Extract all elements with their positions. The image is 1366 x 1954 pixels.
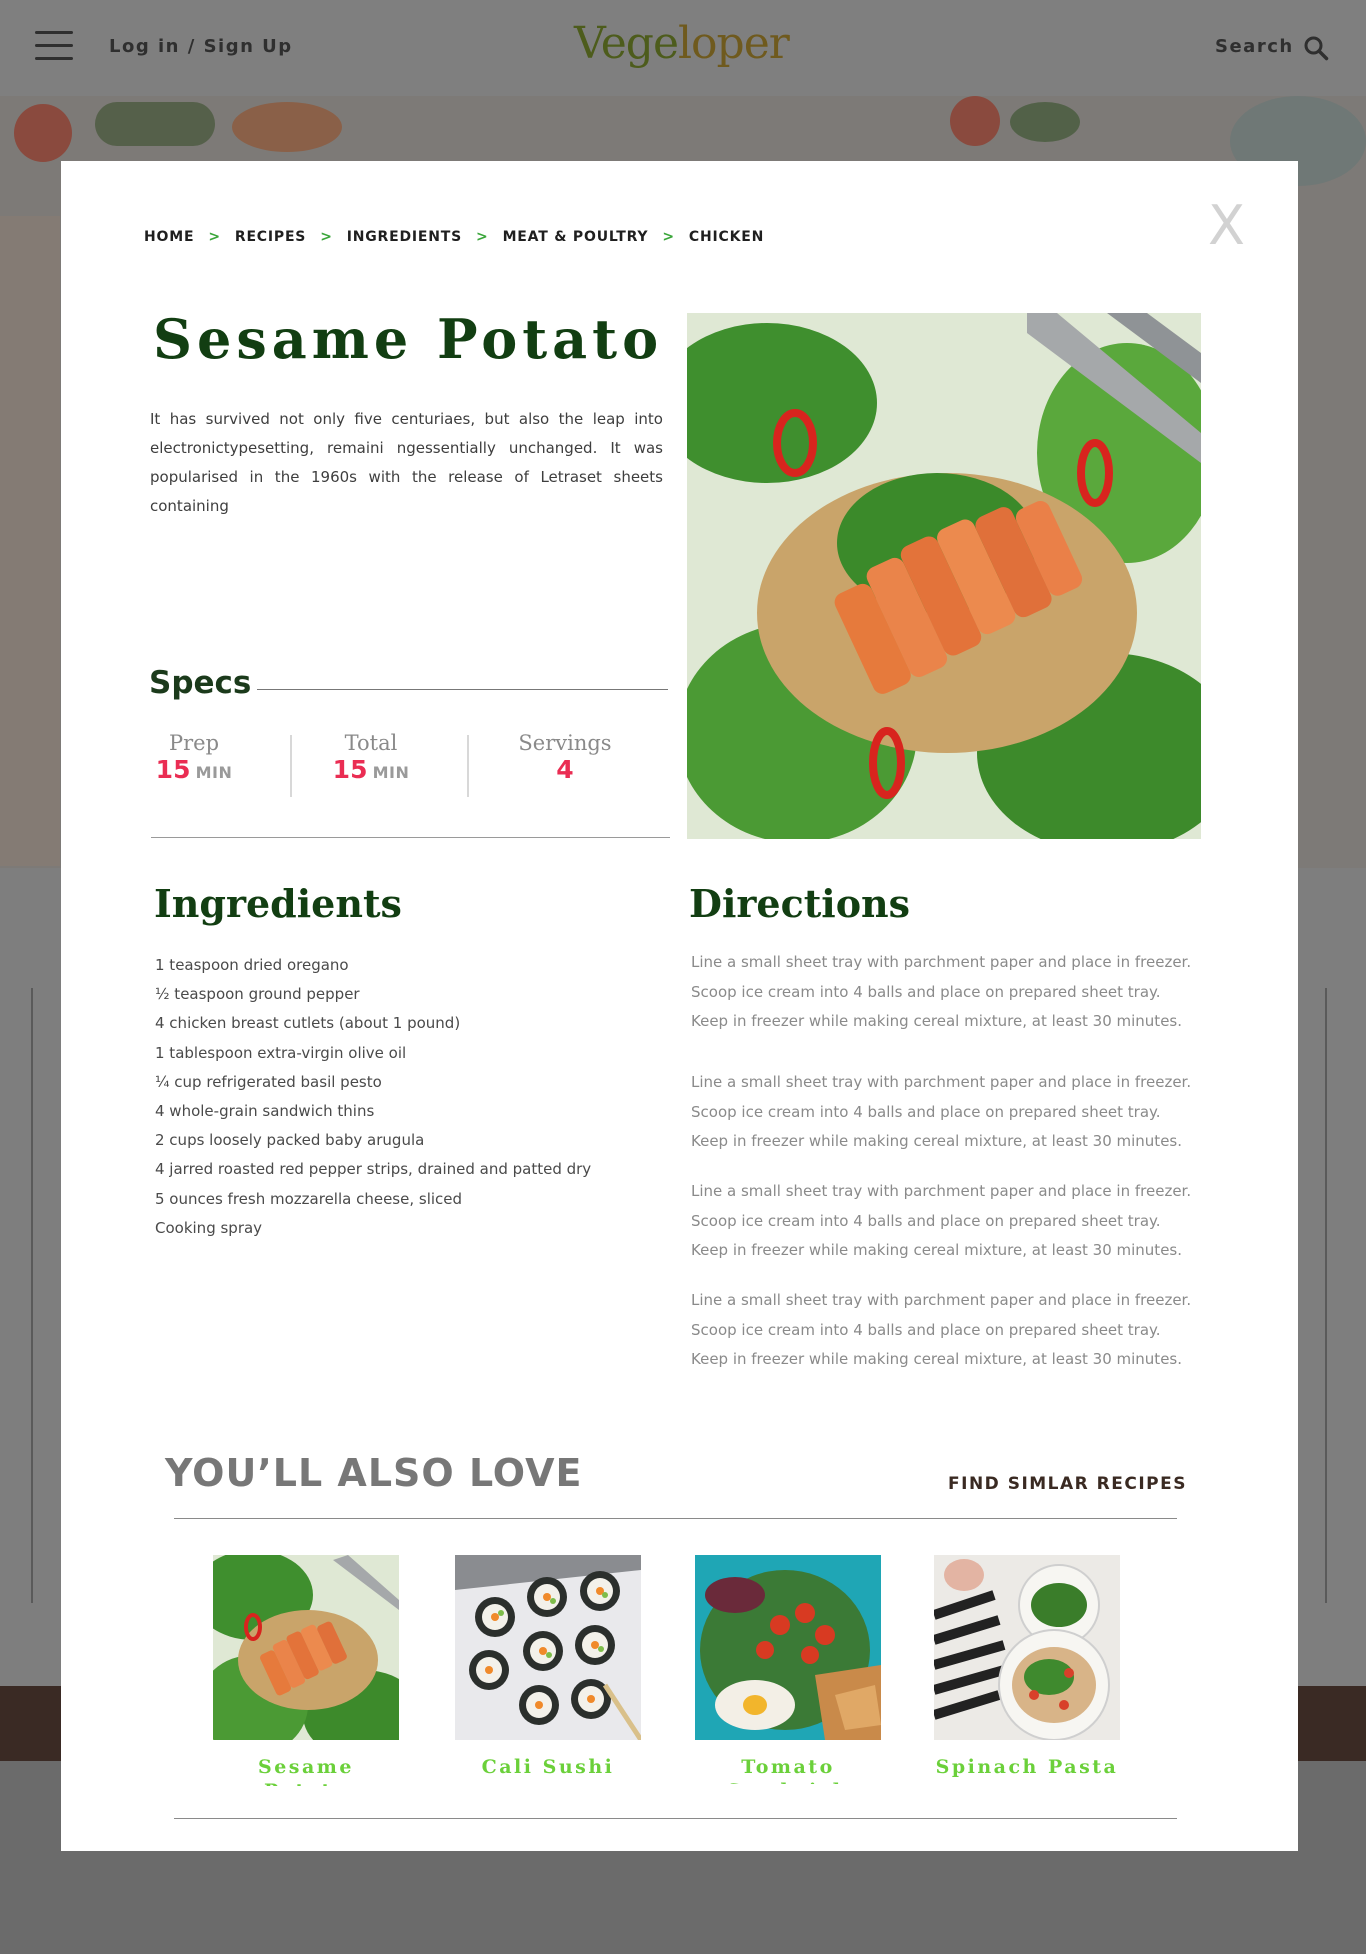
spec-total-unit: MIN [372,763,410,782]
close-button[interactable]: X [1208,199,1245,253]
recipe-title: Sesame Potato [153,307,664,371]
recipe-card-image[interactable] [695,1555,881,1740]
specs-heading: Specs [149,665,252,701]
recipe-card[interactable]: Cali Sushi [455,1555,641,1786]
ingredient-item: 1 teaspoon dried oregano [155,956,349,974]
recipe-intro: It has survived not only five centuriaes… [150,410,663,515]
specs-divider [257,689,668,690]
recipe-card-image[interactable] [934,1555,1120,1740]
direction-line: Line a small sheet tray with parchment p… [691,1291,1192,1309]
ingredient-item: 1 tablespoon extra-virgin olive oil [155,1043,407,1062]
ingredient-item: 2 cups loosely packed baby arugula [155,1131,425,1150]
breadcrumb: HOME > RECIPES > INGREDIENTS > MEAT & PO… [144,229,764,245]
direction-line: Scoop ice cream into 4 balls and place o… [691,1320,1161,1339]
ingredient-item: ½ teaspoon ground pepper [155,985,360,1004]
recipe-modal: X HOME > RECIPES > INGREDIENTS > MEAT & … [61,161,1298,1851]
ingredient-item: ¼ cup refrigerated basil pesto [155,1072,382,1091]
ingredient-item: 4 chicken breast cutlets (about 1 pound) [155,1014,461,1033]
logo-text-part1: Vege [574,18,679,69]
recipe-card[interactable]: Spinach Pasta [934,1555,1120,1786]
chevron-right-icon: > [662,229,675,245]
breadcrumb-meat-poultry[interactable]: MEAT & POULTRY [503,229,649,245]
breadcrumb-chicken[interactable]: CHICKEN [689,229,764,245]
breadcrumb-recipes[interactable]: RECIPES [235,229,306,245]
direction-line: Keep in freezer while making cereal mixt… [691,1350,1183,1368]
ingredients-heading: Ingredients [154,881,402,926]
chevron-right-icon: > [208,229,221,245]
direction-line: Keep in freezer while making cereal mixt… [691,1132,1183,1150]
also-love-heading: YOU’LL ALSO LOVE [165,1451,583,1495]
chevron-right-icon: > [320,229,333,245]
ingredient-item: 5 ounces fresh mozzarella cheese, sliced [155,1189,463,1208]
direction-step: Line a small sheet tray with parchment p… [691,1286,1211,1375]
recipe-card[interactable]: Tomato Sandwich [695,1555,881,1784]
menu-icon[interactable] [35,31,73,61]
recipe-card-image[interactable] [455,1555,641,1740]
spec-prep-value: 15 [155,755,191,784]
search-icon[interactable] [1303,35,1329,61]
spec-servings-value: 4 [556,755,574,784]
ingredient-item: Cooking spray [155,1218,263,1237]
search-link[interactable]: Search [1215,36,1294,57]
breadcrumb-ingredients[interactable]: INGREDIENTS [347,229,462,245]
also-love-divider [174,1518,1177,1519]
site-logo[interactable]: Vegeloper [574,18,790,69]
find-similar-recipes-link[interactable]: FIND SIMLAR RECIPES [948,1474,1187,1494]
recipe-card-title[interactable]: Spinach Pasta [934,1756,1120,1786]
direction-line: Scoop ice cream into 4 balls and place o… [691,982,1161,1001]
salmon-salad-image [687,313,1201,839]
direction-line: Line a small sheet tray with parchment p… [691,1073,1192,1091]
recipe-card-title[interactable]: Tomato Sandwich [695,1756,881,1784]
directions-heading: Directions [689,881,911,926]
direction-line: Line a small sheet tray with parchment p… [691,953,1192,971]
spec-prep: Prep 15 MIN [124,731,264,784]
direction-line: Line a small sheet tray with parchment p… [691,1182,1192,1200]
breadcrumb-home[interactable]: HOME [144,229,194,245]
recipe-card-title[interactable]: Cali Sushi [455,1756,641,1786]
spec-prep-unit: MIN [195,763,233,782]
logo-text-part2: loper [677,18,790,69]
background-divider-right [1325,988,1327,1603]
recipe-photo [687,313,1201,839]
spec-servings-label: Servings [518,731,612,755]
spec-total-value: 15 [332,755,368,784]
recipe-card-title[interactable]: Sesame Potato [213,1756,399,1786]
also-love-bottom-divider [174,1818,1177,1819]
login-signup-link[interactable]: Log in / Sign Up [109,36,293,57]
spec-separator [467,735,469,797]
spec-separator [290,735,292,797]
chevron-right-icon: > [476,229,489,245]
background-divider-left [31,988,33,1603]
direction-line: Keep in freezer while making cereal mixt… [691,1012,1183,1030]
recipe-card[interactable]: Sesame Potato [213,1555,399,1786]
direction-line: Scoop ice cream into 4 balls and place o… [691,1102,1161,1121]
ingredients-list: 1 teaspoon dried oregano ½ teaspoon grou… [155,951,591,1243]
spec-total: Total 15 MIN [301,731,441,784]
direction-line: Scoop ice cream into 4 balls and place o… [691,1211,1161,1230]
direction-line: Keep in freezer while making cereal mixt… [691,1241,1183,1259]
direction-step: Line a small sheet tray with parchment p… [691,948,1211,1037]
recipe-card-image[interactable] [213,1555,399,1740]
direction-step: Line a small sheet tray with parchment p… [691,1177,1211,1266]
ingredient-item: 4 whole-grain sandwich thins [155,1102,375,1121]
spec-total-label: Total [344,731,398,755]
direction-step: Line a small sheet tray with parchment p… [691,1068,1211,1157]
spec-prep-label: Prep [168,731,220,755]
site-header: Log in / Sign Up Vegeloper Search [0,0,1366,96]
specs-bottom-divider [151,837,670,838]
spec-servings: Servings 4 [495,731,635,784]
ingredient-item: 4 jarred roasted red pepper strips, drai… [155,1160,592,1179]
